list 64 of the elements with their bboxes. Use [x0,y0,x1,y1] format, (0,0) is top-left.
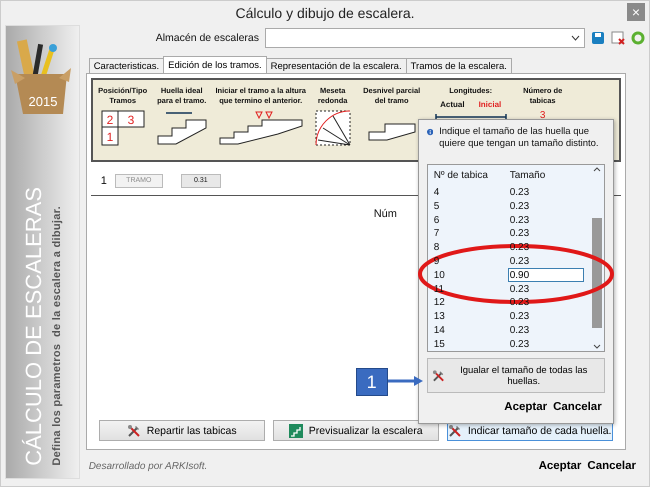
tab[interactable]: Representación de la escalera. [266,58,407,73]
tread-number: 4 [434,187,440,198]
scrollbar[interactable] [590,165,604,351]
store-dropdown[interactable] [265,28,585,48]
action-button[interactable]: Repartir las tabicas [98,420,265,441]
step-callout: 1 [356,368,388,396]
column-header: Tamaño [510,170,546,182]
year-label: 2015 [28,94,58,109]
column-header: Nº de tabica [434,170,489,182]
tread-number: 5 [434,200,440,212]
flight-number: 1 [100,174,107,186]
tread-size: 0.23 [510,324,530,336]
equalize-button[interactable]: Igualar el tamaño de todas las huellas. [426,358,605,393]
window-title: Cálculo y dibujo de escalera. [236,5,414,21]
accept-button[interactable]: Aceptar [501,401,550,413]
delete-icon[interactable] [611,31,625,45]
initial-label: Inicial [478,100,502,109]
actual-label: Actual [440,100,465,109]
tread-size: 0.23 [510,311,530,322]
refresh-icon[interactable] [631,31,645,45]
info-text: Indique el tamaño de las huella que quiere que tengan un tamaño distinto. [439,126,600,150]
tread-number: 7 [434,228,440,240]
chevron-icon [571,35,580,41]
tread-size: 0.23 [510,187,530,198]
tread-number: 15 [434,338,446,350]
scroll-down-icon[interactable] [593,344,602,349]
save-icon[interactable] [591,31,605,45]
cancel-button[interactable]: Cancelar [584,460,639,472]
tread-size: 0.23 [510,284,530,295]
credit-text: Desarrollado por ARKIsoft. [88,460,208,472]
tab[interactable]: Caracteristicas. [88,58,164,73]
tread-stairs-drawing [156,110,208,146]
round-landing-drawing [314,110,351,146]
tread-number: 8 [434,242,440,254]
info-icon [426,126,434,138]
pointer-arrow [388,375,424,387]
sidebar-subtitle: Defina los parametros de la escalera a dibujar. [51,206,64,466]
tread-number: 14 [434,324,446,336]
tread-size: 0.23 [510,338,530,350]
tread-size: 0.23 [510,200,530,212]
action-button[interactable]: Previsualizar la escalera [272,420,439,441]
tab[interactable]: Tramos de la escalera. [406,58,512,73]
size-input[interactable]: 0.90 [508,268,584,282]
store-label: Almacén de escaleras [156,32,259,44]
tread-size: 0.23 [510,214,530,226]
scroll-up-icon[interactable] [593,167,602,172]
cancel-button[interactable]: Cancelar [550,401,605,413]
level-stairs-drawing [366,122,417,142]
count-label: Núm [374,208,397,220]
tread-number: 13 [434,311,446,322]
tools-icon [126,424,141,438]
tab[interactable]: Edición de los tramos. [163,56,267,73]
tread-number: 6 [434,214,440,226]
tools-icon [432,368,445,382]
sidebar-title: CÁLCULO DE ESCALERAS [21,187,48,466]
tread-number: 10 [434,270,446,281]
tread-size: 0.23 [510,256,530,267]
stairs-preview-icon [288,424,303,438]
tread-number: 12 [434,297,446,308]
tread-count-value: 3 [540,110,546,121]
flight-layout-drawing: 2 3 1 [100,110,145,146]
tools-icon [448,424,462,438]
tread-size: 0.23 [510,228,530,240]
accept-button[interactable]: Aceptar [536,460,584,472]
